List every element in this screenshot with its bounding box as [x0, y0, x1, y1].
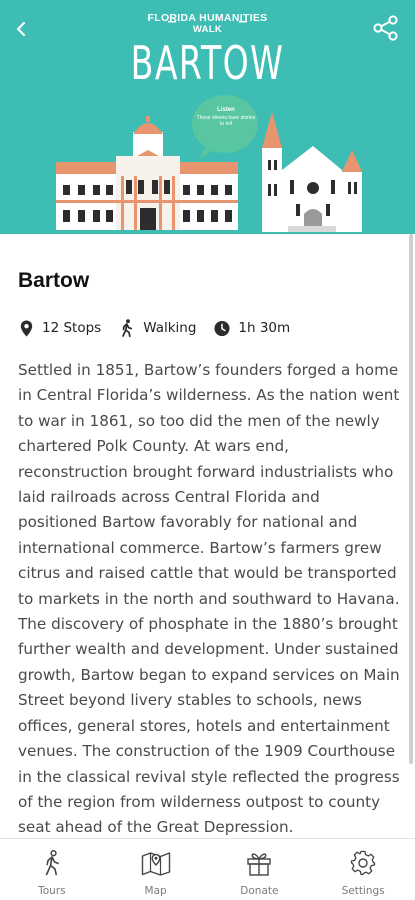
gear-icon	[348, 849, 378, 877]
mode-info: Walking	[119, 319, 196, 337]
nav-tours-label: Tours	[38, 885, 66, 897]
church-drawing	[262, 112, 362, 232]
map-icon	[141, 849, 171, 877]
bottom-navigation: Tours Map Donate Settings	[0, 838, 415, 900]
tour-meta: 12 Stops Walking 1h 30m	[18, 318, 398, 338]
bubble-heading: Listen	[217, 107, 235, 113]
nav-donate[interactable]: Donate	[208, 839, 312, 900]
walking-icon	[119, 319, 135, 337]
stops-count: 12 Stops	[42, 320, 102, 336]
walking-person-icon	[37, 849, 67, 877]
nav-donate-label: Donate	[240, 885, 279, 897]
nav-map-label: Map	[144, 885, 167, 897]
nav-map[interactable]: Map	[104, 839, 208, 900]
walking-mode: Walking	[143, 320, 197, 336]
nav-settings[interactable]: Settings	[311, 839, 415, 900]
tour-description: Settled in 1851, Bartow’s founders forge…	[18, 361, 400, 837]
gift-icon	[244, 849, 274, 877]
duration-info: 1h 30m	[214, 319, 290, 337]
tour-title: Bartow	[18, 269, 90, 292]
tour-details: Bartow 12 Stops Walking 1h 30m Settled i…	[18, 264, 400, 841]
stops-info: 12 Stops	[18, 319, 101, 337]
nav-settings-label: Settings	[341, 885, 385, 897]
hero-banner: FLORIDA HUMANITIES WALK BARTOW Listen Th…	[0, 0, 415, 234]
city-title: BARTOW	[130, 36, 285, 90]
tour-duration: 1h 30m	[238, 320, 291, 336]
clock-icon	[214, 319, 230, 337]
header-supertitle: FLORIDA HUMANITIES	[147, 12, 268, 24]
map-pin-icon	[18, 319, 34, 337]
nav-tours[interactable]: Tours	[0, 839, 104, 900]
bubble-text: These streets have stories to tell	[196, 115, 256, 127]
scrollbar[interactable]	[409, 234, 413, 764]
